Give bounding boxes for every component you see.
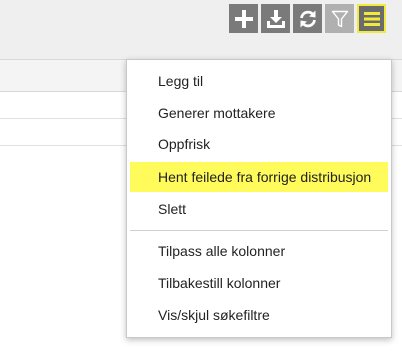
context-menu: Legg til Generer mottakere Oppfrisk Hent… bbox=[126, 59, 392, 338]
filter-button[interactable] bbox=[325, 4, 354, 33]
menu-item-fit-columns[interactable]: Tilpass alle kolonner bbox=[130, 236, 388, 266]
filter-icon bbox=[331, 10, 348, 27]
menu-item-fetch-failed[interactable]: Hent feilede fra forrige distribusjon bbox=[130, 162, 388, 192]
download-button[interactable] bbox=[261, 4, 290, 33]
menu-item-toggle-search-filters[interactable]: Vis/skjul søkefiltre bbox=[130, 300, 388, 330]
menu-item-reset-columns[interactable]: Tilbakestill kolonner bbox=[130, 268, 388, 298]
menu-button[interactable] bbox=[357, 4, 386, 33]
menu-item-refresh[interactable]: Oppfrisk bbox=[130, 129, 388, 159]
menu-divider bbox=[130, 230, 388, 231]
menu-item-delete[interactable]: Slett bbox=[130, 194, 388, 224]
menu-item-add[interactable]: Legg til bbox=[130, 66, 388, 96]
refresh-button[interactable] bbox=[293, 4, 322, 33]
menu-icon bbox=[363, 11, 380, 26]
menu-item-generate-recipients[interactable]: Generer mottakere bbox=[130, 98, 388, 128]
add-button[interactable] bbox=[229, 4, 258, 33]
toolbar bbox=[229, 4, 386, 34]
refresh-icon bbox=[299, 10, 316, 27]
plus-icon bbox=[234, 9, 253, 28]
download-icon bbox=[266, 9, 285, 28]
